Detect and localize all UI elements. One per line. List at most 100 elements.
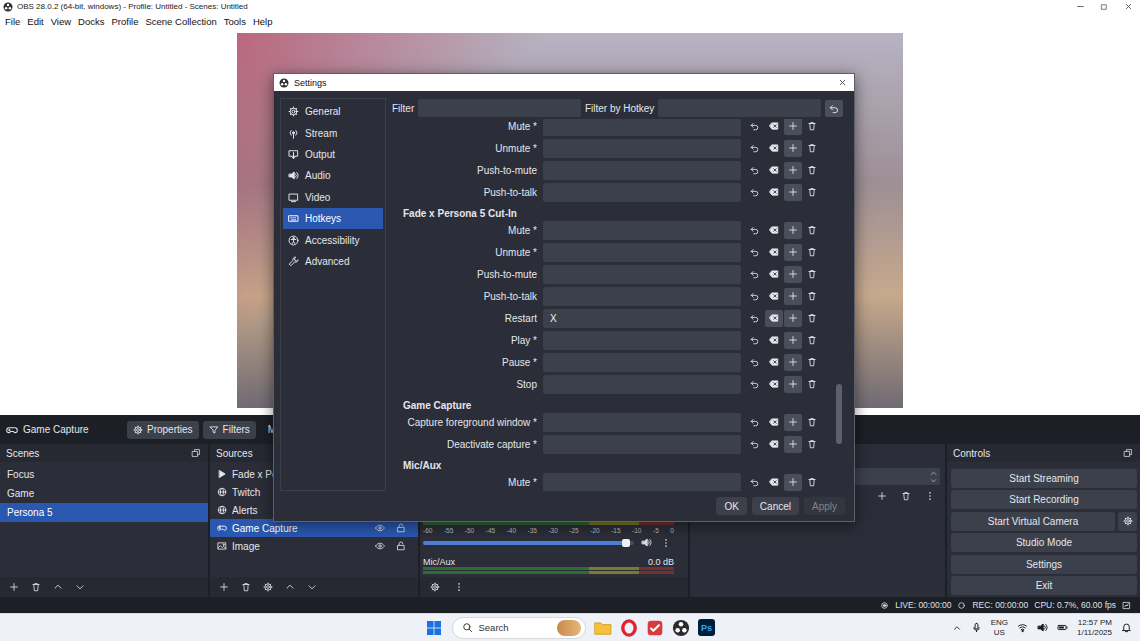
close-button[interactable] [1116, 0, 1140, 13]
nav-item[interactable]: Accessibility [283, 229, 383, 250]
remove-hotkey-button[interactable] [803, 414, 821, 431]
add-hotkey-button[interactable] [784, 310, 802, 327]
remove-source-button[interactable] [235, 578, 256, 596]
channel-menu-button[interactable] [658, 536, 674, 550]
remove-hotkey-button[interactable] [803, 244, 821, 261]
lock-toggle[interactable] [393, 539, 409, 553]
revert-button[interactable] [746, 162, 764, 179]
hotkey-input[interactable] [543, 473, 741, 492]
hotkey-input[interactable] [543, 221, 741, 240]
hotkey-input[interactable] [543, 287, 741, 306]
remove-hotkey-button[interactable] [803, 140, 821, 157]
clear-button[interactable] [765, 310, 783, 327]
remove-hotkey-button[interactable] [803, 332, 821, 349]
remove-hotkey-button[interactable] [803, 288, 821, 305]
control-button[interactable]: Start Recording [951, 490, 1137, 509]
menu-item[interactable]: Profile [112, 16, 139, 27]
hotkey-input[interactable] [543, 265, 741, 284]
control-button[interactable]: Start Virtual Camera [951, 512, 1115, 531]
revert-button[interactable] [746, 222, 764, 239]
add-transition-button[interactable] [871, 487, 892, 505]
revert-button[interactable] [746, 310, 764, 327]
add-hotkey-button[interactable] [784, 119, 802, 135]
clear-button[interactable] [765, 474, 783, 491]
audio-settings-button[interactable] [423, 578, 447, 596]
hotkey-input[interactable]: X [543, 309, 741, 328]
menu-item[interactable]: View [51, 16, 71, 27]
visibility-toggle[interactable] [372, 539, 388, 553]
hotkey-input[interactable] [543, 139, 741, 158]
revert-button[interactable] [746, 376, 764, 393]
revert-button[interactable] [746, 288, 764, 305]
mute-button[interactable] [638, 536, 654, 550]
input-language[interactable]: ENGUS [991, 618, 1008, 638]
mixer-menu-button[interactable] [448, 578, 469, 596]
menu-item[interactable]: Help [253, 16, 273, 27]
control-button[interactable]: Studio Mode [951, 533, 1137, 552]
menu-item[interactable]: Edit [27, 16, 43, 27]
revert-button[interactable] [746, 119, 764, 135]
scene-item[interactable]: Persona 5 [0, 503, 208, 522]
float-button[interactable] [1121, 446, 1135, 460]
slider-handle[interactable] [622, 539, 630, 547]
hotkey-input[interactable] [543, 119, 741, 136]
reset-filter-button[interactable] [825, 100, 843, 117]
control-button[interactable]: Settings [951, 555, 1137, 574]
minimize-button[interactable] [1068, 0, 1092, 13]
hotkey-filter-input[interactable] [658, 99, 821, 117]
hotkey-input[interactable] [543, 331, 741, 350]
transition-menu-button[interactable] [919, 487, 940, 505]
remove-hotkey-button[interactable] [803, 376, 821, 393]
virtual-camera-config-button[interactable] [1118, 512, 1137, 531]
search-box[interactable]: Search [452, 617, 586, 639]
lock-toggle[interactable] [393, 521, 409, 535]
menu-item[interactable]: File [5, 16, 20, 27]
menu-item[interactable]: Scene Collection [145, 16, 216, 27]
taskbar-app[interactable] [617, 616, 641, 640]
nav-item[interactable]: Stream [283, 122, 383, 143]
add-hotkey-button[interactable] [784, 222, 802, 239]
clear-button[interactable] [765, 184, 783, 201]
add-hotkey-button[interactable] [784, 332, 802, 349]
source-properties-button[interactable] [257, 578, 278, 596]
clear-button[interactable] [765, 244, 783, 261]
scene-item[interactable]: Focus [0, 465, 208, 484]
revert-button[interactable] [746, 244, 764, 261]
dialog-button[interactable]: OK [716, 497, 746, 515]
hotkey-input[interactable] [543, 183, 741, 202]
remove-hotkey-button[interactable] [803, 354, 821, 371]
hotkey-input[interactable] [543, 413, 741, 432]
start-button[interactable] [422, 616, 446, 640]
revert-button[interactable] [746, 332, 764, 349]
hotkey-input[interactable] [543, 243, 741, 262]
remove-hotkey-button[interactable] [803, 436, 821, 453]
clear-button[interactable] [765, 140, 783, 157]
remove-hotkey-button[interactable] [803, 266, 821, 283]
revert-button[interactable] [746, 474, 764, 491]
scene-item[interactable]: Game [0, 484, 208, 503]
hotkey-input[interactable] [543, 375, 741, 394]
maximize-button[interactable] [1092, 0, 1116, 13]
move-up-button[interactable] [47, 578, 68, 596]
clear-button[interactable] [765, 332, 783, 349]
revert-button[interactable] [746, 184, 764, 201]
scrollbar[interactable] [835, 119, 843, 491]
volume-slider[interactable] [423, 541, 634, 545]
menu-item[interactable]: Docks [78, 16, 104, 27]
remove-hotkey-button[interactable] [803, 119, 821, 135]
nav-item[interactable]: Advanced [283, 251, 383, 272]
clear-button[interactable] [765, 354, 783, 371]
taskbar-app[interactable] [591, 616, 615, 640]
revert-button[interactable] [746, 140, 764, 157]
taskbar-app[interactable]: Ps [695, 616, 719, 640]
move-up-button[interactable] [279, 578, 300, 596]
revert-button[interactable] [746, 266, 764, 283]
add-hotkey-button[interactable] [784, 184, 802, 201]
add-hotkey-button[interactable] [784, 414, 802, 431]
revert-button[interactable] [746, 414, 764, 431]
add-hotkey-button[interactable] [784, 474, 802, 491]
remove-transition-button[interactable] [895, 487, 916, 505]
dialog-button[interactable]: Apply [804, 497, 845, 515]
clear-button[interactable] [765, 266, 783, 283]
remove-hotkey-button[interactable] [803, 184, 821, 201]
